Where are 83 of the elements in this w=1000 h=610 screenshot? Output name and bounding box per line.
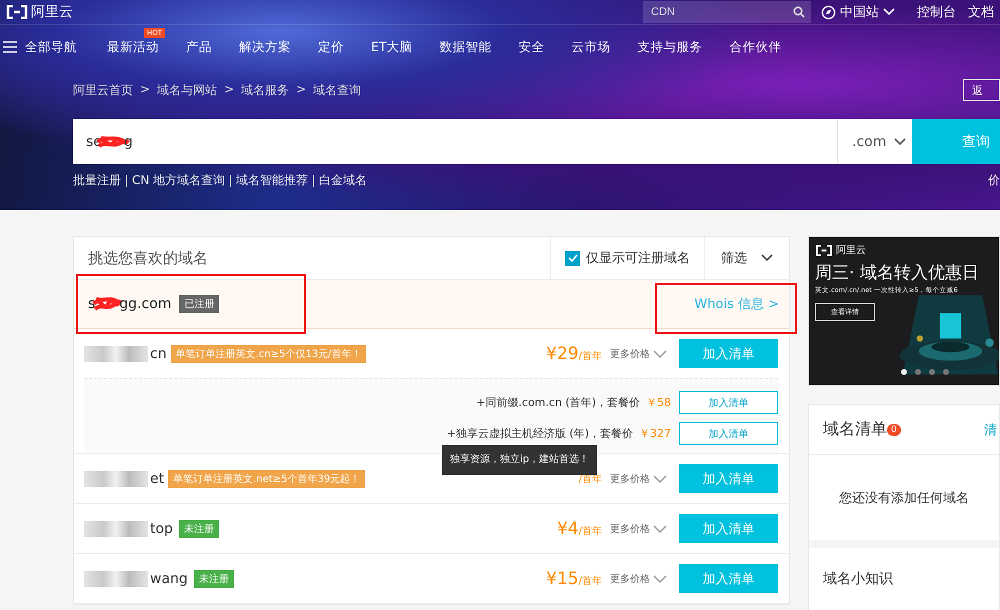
quick-link[interactable]: 白金域名: [319, 172, 368, 189]
cart-title: 域名清单: [823, 419, 887, 440]
blurred-domain: [84, 346, 148, 362]
promo-tag: 单笔订单注册英文.net≥5个首年39元起！: [168, 470, 366, 488]
status-tag: 已注册: [179, 295, 220, 313]
available-only-checkbox[interactable]: 仅显示可注册域名: [550, 237, 704, 279]
chevron-down-icon: [894, 138, 906, 146]
status-tag: 未注册: [194, 570, 234, 588]
tips-title: 域名小知识: [823, 571, 893, 587]
nav-item[interactable]: 数据智能: [440, 38, 492, 54]
menu-icon: [3, 41, 17, 53]
nav-item[interactable]: 云市场: [572, 38, 611, 54]
search-icon[interactable]: [793, 6, 805, 18]
domain-suffix: top: [150, 520, 173, 536]
price: ¥15: [546, 568, 579, 588]
chevron-down-icon: [883, 8, 895, 16]
price-unit: /首年: [578, 350, 602, 362]
bundle-price: ￥58: [646, 395, 671, 410]
search-field[interactable]: CDN: [643, 1, 811, 23]
breadcrumb-link[interactable]: 域名与网站: [157, 82, 218, 98]
domain-name-start: s: [88, 296, 96, 312]
compass-icon: [821, 4, 836, 20]
breadcrumb-link[interactable]: 阿里云首页: [73, 82, 133, 98]
domain-suffix: wang: [150, 570, 188, 586]
bundle-text: +同前缀.com.cn (首年)，套餐价: [476, 395, 640, 410]
blurred-domain: [84, 570, 148, 586]
price: ¥29: [546, 344, 579, 364]
top-link[interactable]: 文档: [968, 3, 994, 21]
nav-item[interactable]: 解决方案: [239, 38, 291, 54]
nav-item[interactable]: 最新活动: [107, 38, 159, 54]
breadcrumb-separator: >: [224, 82, 234, 98]
quick-link[interactable]: CN 地方域名查询: [132, 172, 226, 189]
breadcrumb-separator: >: [140, 82, 150, 98]
status-tag: 未注册: [178, 520, 219, 538]
top-link[interactable]: 控制台: [917, 3, 956, 21]
more-prices-toggle[interactable]: 更多价格: [610, 346, 667, 360]
checkbox-icon[interactable]: [565, 250, 580, 266]
price-unit: /首年: [578, 524, 602, 538]
count-badge: 0: [887, 424, 901, 436]
price: ¥4: [556, 518, 579, 538]
bundle-price: ￥327: [639, 426, 671, 441]
chevron-down-icon: [653, 524, 667, 532]
ad-title: 周三· 域名转入优惠日: [815, 262, 980, 284]
chevron-down-icon: [653, 474, 667, 482]
breadcrumb-separator: >: [296, 82, 306, 98]
nav-item[interactable]: 安全: [518, 38, 545, 54]
more-prices-toggle[interactable]: 更多价格: [610, 472, 667, 486]
quick-link[interactable]: 批量注册: [73, 172, 121, 189]
back-button[interactable]: 返: [963, 79, 1000, 101]
ad-logo: 阿里云: [815, 243, 999, 257]
more-prices-toggle[interactable]: 更多价格: [610, 572, 667, 586]
chevron-down-icon: [653, 350, 667, 358]
results-title: 挑选您喜欢的域名: [87, 248, 208, 268]
chevron-down-icon: [761, 254, 773, 262]
chevron-down-icon: [653, 574, 667, 582]
region-selector[interactable]: 中国站: [821, 3, 895, 21]
all-nav-button[interactable]: 全部导航: [0, 38, 77, 56]
nav-item[interactable]: ET大脑: [371, 38, 413, 54]
logo-icon: [6, 5, 28, 19]
bundle-text: +独享云虚拟主机经济版 (年)，套餐价: [446, 426, 633, 441]
domain-name-end: gg.com: [119, 296, 172, 312]
price-unit: /首年: [578, 574, 602, 588]
domain-suffix: cn: [150, 346, 167, 362]
more-prices-toggle[interactable]: 更多价格: [610, 522, 667, 536]
breadcrumb-link[interactable]: 域名服务: [241, 82, 290, 98]
logo[interactable]: 阿里云: [6, 3, 73, 21]
price-link[interactable]: 价: [988, 172, 1000, 189]
empty-message: 您还没有添加任何域名: [809, 455, 999, 548]
promo-tag: 单笔订单注册英文.cn≥5个仅13元/首年！: [170, 344, 366, 362]
breadcrumb-link[interactable]: 域名查询: [313, 82, 362, 98]
quick-link[interactable]: 域名智能推荐: [236, 172, 308, 189]
blurred-domain: [84, 520, 148, 536]
search-input[interactable]: CDN: [643, 5, 787, 19]
nav-item[interactable]: 合作伙伴: [730, 38, 782, 54]
tooltip: 独享资源，独立ip，建站首选！: [442, 445, 598, 475]
logo-text: 阿里云: [31, 3, 73, 21]
suffix-dropdown[interactable]: .com: [837, 119, 912, 164]
nav-item[interactable]: 定价: [318, 38, 344, 54]
domain-suffix: et: [150, 470, 164, 486]
blurred-domain: [84, 470, 148, 486]
nav-item[interactable]: 支持与服务: [638, 38, 703, 54]
filter-dropdown[interactable]: 筛选: [704, 237, 789, 279]
nav-item[interactable]: 产品: [186, 38, 212, 54]
